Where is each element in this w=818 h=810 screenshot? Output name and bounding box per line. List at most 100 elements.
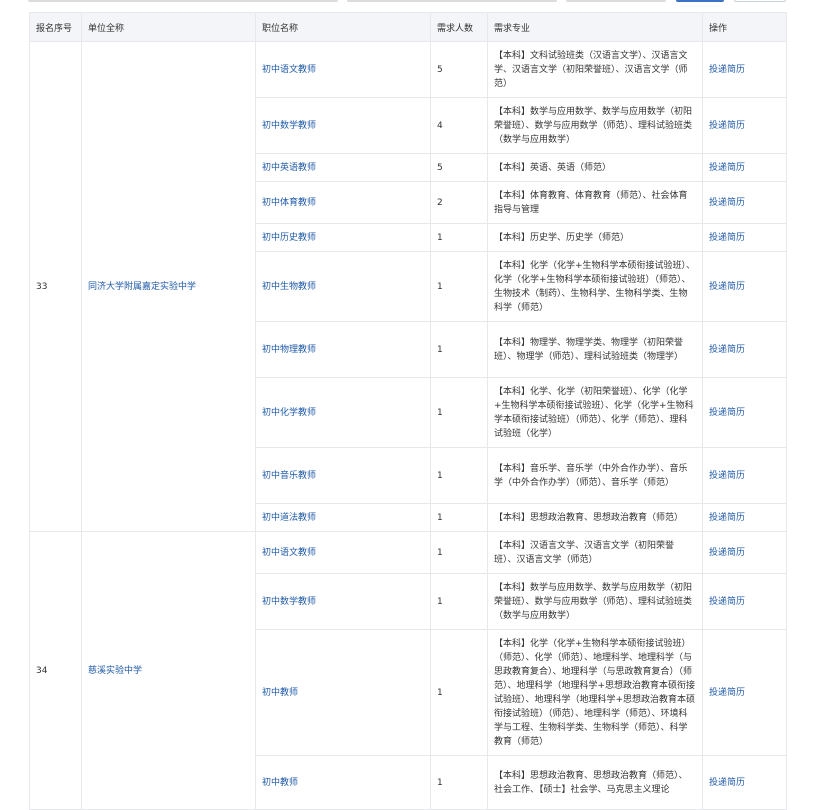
action-cell: 投递简历 bbox=[702, 223, 787, 252]
seq-cell: 34 bbox=[29, 531, 82, 810]
recruitment-table: 报名序号 单位全称 职位名称 需求人数 需求专业 操作 33 同济大学附属嘉定实验… bbox=[29, 12, 787, 810]
count-cell: 1 bbox=[430, 573, 488, 630]
top-filter-bar bbox=[0, 0, 818, 6]
header-seq: 报名序号 bbox=[29, 12, 82, 42]
table-row: 34 慈溪实验中学 初中语文教师 1 【本科】汉语言文学、汉语言文学（初阳荣誉班）、汉语… bbox=[29, 531, 787, 810]
header-action: 操作 bbox=[702, 12, 787, 42]
submit-resume-link[interactable]: 投递简历 bbox=[709, 778, 745, 788]
action-cell: 投递简历 bbox=[702, 755, 787, 810]
action-cell: 投递简历 bbox=[702, 377, 787, 448]
position-link[interactable]: 初中物理教师 bbox=[262, 345, 316, 355]
submit-resume-link[interactable]: 投递简历 bbox=[709, 408, 745, 418]
position-cell: 初中化学教师 bbox=[255, 377, 431, 448]
major-cell: 【本科】思想政治教育、思想政治教育（师范）、社会工作、【硕士】社会学、马克思主义… bbox=[487, 755, 703, 810]
unit-link[interactable]: 同济大学附属嘉定实验中学 bbox=[88, 282, 196, 292]
unit-cell: 慈溪实验中学 bbox=[81, 531, 256, 810]
submit-resume-link[interactable]: 投递简历 bbox=[709, 65, 745, 75]
major-cell: 【本科】英语、英语（师范） bbox=[487, 153, 703, 182]
submit-resume-link[interactable]: 投递简历 bbox=[709, 688, 745, 698]
unit-link[interactable]: 慈溪实验中学 bbox=[88, 666, 142, 676]
major-cell: 【本科】化学（化学+生物科学本硕衔接试验班）（师范）、化学（师范）、地理科学、地… bbox=[487, 629, 703, 756]
major-cell: 【本科】体育教育、体育教育（师范）、社会体育指导与管理 bbox=[487, 181, 703, 224]
major-cell: 【本科】数学与应用数学、数学与应用数学（初阳荣誉班）、数学与应用数学（师范）、理… bbox=[487, 97, 703, 154]
count-cell: 1 bbox=[430, 629, 488, 756]
table-header-row: 报名序号 单位全称 职位名称 需求人数 需求专业 操作 bbox=[29, 12, 787, 42]
header-unit: 单位全称 bbox=[81, 12, 256, 42]
submit-resume-link[interactable]: 投递简历 bbox=[709, 121, 745, 131]
position-cell: 初中历史教师 bbox=[255, 223, 431, 252]
count-cell: 4 bbox=[430, 97, 488, 154]
submit-resume-link[interactable]: 投递简历 bbox=[709, 163, 745, 173]
position-link[interactable]: 初中教师 bbox=[262, 688, 298, 698]
major-cell: 【本科】音乐学、音乐学（中外合作办学）、音乐学（中外合作办学）（师范）、音乐学（… bbox=[487, 447, 703, 504]
action-cell: 投递简历 bbox=[702, 97, 787, 154]
action-cell: 投递简历 bbox=[702, 629, 787, 756]
submit-resume-link[interactable]: 投递简历 bbox=[709, 471, 745, 481]
position-link[interactable]: 初中教师 bbox=[262, 778, 298, 788]
position-cell: 初中体育教师 bbox=[255, 181, 431, 224]
count-cell: 1 bbox=[430, 447, 488, 504]
position-link[interactable]: 初中化学教师 bbox=[262, 408, 316, 418]
position-cell: 初中英语教师 bbox=[255, 153, 431, 182]
submit-resume-link[interactable]: 投递简历 bbox=[709, 513, 745, 523]
header-count: 需求人数 bbox=[430, 12, 488, 42]
filter-input-1[interactable] bbox=[28, 0, 338, 2]
position-cell: 初中数学教师 bbox=[255, 97, 431, 154]
table-body: 33 同济大学附属嘉定实验中学 初中语文教师 5 【本科】文科试验班类（汉语言文学）、汉… bbox=[29, 41, 787, 810]
count-cell: 1 bbox=[430, 755, 488, 810]
header-major: 需求专业 bbox=[487, 12, 703, 42]
submit-resume-link[interactable]: 投递简历 bbox=[709, 233, 745, 243]
submit-resume-link[interactable]: 投递简历 bbox=[709, 198, 745, 208]
action-cell: 投递简历 bbox=[702, 503, 787, 532]
action-cell: 投递简历 bbox=[702, 153, 787, 182]
action-cell: 投递简历 bbox=[702, 321, 787, 378]
major-cell: 【本科】化学（化学+生物科学本硕衔接试验班）、化学（化学+生物科学本硕衔接试验班… bbox=[487, 251, 703, 322]
count-cell: 1 bbox=[430, 531, 488, 574]
position-cell: 初中道法教师 bbox=[255, 503, 431, 532]
position-link[interactable]: 初中语文教师 bbox=[262, 548, 316, 558]
position-cell: 初中教师 bbox=[255, 629, 431, 756]
position-link[interactable]: 初中历史教师 bbox=[262, 233, 316, 243]
action-cell: 投递简历 bbox=[702, 251, 787, 322]
header-position: 职位名称 bbox=[255, 12, 431, 42]
major-cell: 【本科】汉语言文学、汉语言文学（初阳荣誉班）、汉语言文学（师范） bbox=[487, 531, 703, 574]
position-link[interactable]: 初中音乐教师 bbox=[262, 471, 316, 481]
count-cell: 1 bbox=[430, 377, 488, 448]
action-cell: 投递简历 bbox=[702, 447, 787, 504]
position-cell: 初中教师 bbox=[255, 755, 431, 810]
position-cell: 初中语文教师 bbox=[255, 531, 431, 574]
position-link[interactable]: 初中数学教师 bbox=[262, 121, 316, 131]
major-cell: 【本科】思想政治教育、思想政治教育（师范） bbox=[487, 503, 703, 532]
filter-input-3[interactable] bbox=[566, 0, 666, 2]
filter-input-2[interactable] bbox=[347, 0, 557, 2]
position-cell: 初中语文教师 bbox=[255, 41, 431, 98]
position-cell: 初中生物教师 bbox=[255, 251, 431, 322]
position-link[interactable]: 初中英语教师 bbox=[262, 163, 316, 173]
count-cell: 2 bbox=[430, 181, 488, 224]
submit-resume-link[interactable]: 投递简历 bbox=[709, 345, 745, 355]
count-cell: 1 bbox=[430, 223, 488, 252]
count-cell: 5 bbox=[430, 153, 488, 182]
position-link[interactable]: 初中语文教师 bbox=[262, 65, 316, 75]
table-row: 33 同济大学附属嘉定实验中学 初中语文教师 5 【本科】文科试验班类（汉语言文学）、汉… bbox=[29, 41, 787, 532]
action-cell: 投递简历 bbox=[702, 181, 787, 224]
position-cell: 初中音乐教师 bbox=[255, 447, 431, 504]
position-link[interactable]: 初中体育教师 bbox=[262, 198, 316, 208]
position-link[interactable]: 初中生物教师 bbox=[262, 282, 316, 292]
position-link[interactable]: 初中道法教师 bbox=[262, 513, 316, 523]
submit-resume-link[interactable]: 投递简历 bbox=[709, 282, 745, 292]
count-cell: 5 bbox=[430, 41, 488, 98]
major-cell: 【本科】文科试验班类（汉语言文学）、汉语言文学、汉语言文学（初阳荣誉班）、汉语言… bbox=[487, 41, 703, 98]
major-cell: 【本科】历史学、历史学（师范） bbox=[487, 223, 703, 252]
submit-resume-link[interactable]: 投递简历 bbox=[709, 597, 745, 607]
reset-button[interactable] bbox=[734, 0, 786, 2]
position-cell: 初中物理教师 bbox=[255, 321, 431, 378]
search-button[interactable] bbox=[676, 0, 724, 2]
position-cell: 初中数学教师 bbox=[255, 573, 431, 630]
submit-resume-link[interactable]: 投递简历 bbox=[709, 548, 745, 558]
action-cell: 投递简历 bbox=[702, 531, 787, 574]
position-link[interactable]: 初中数学教师 bbox=[262, 597, 316, 607]
seq-cell: 33 bbox=[29, 41, 82, 532]
major-cell: 【本科】数学与应用数学、数学与应用数学（初阳荣誉班）、数学与应用数学（师范）、理… bbox=[487, 573, 703, 630]
action-cell: 投递简历 bbox=[702, 41, 787, 98]
